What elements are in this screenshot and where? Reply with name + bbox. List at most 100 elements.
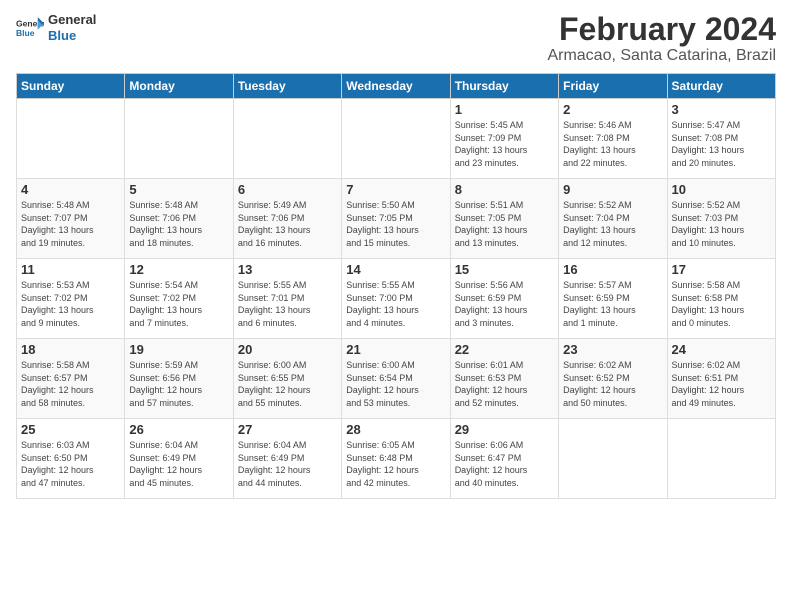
day-info: Sunrise: 6:02 AM Sunset: 6:52 PM Dayligh… [563, 359, 662, 409]
day-info: Sunrise: 5:48 AM Sunset: 7:06 PM Dayligh… [129, 199, 228, 249]
weekday-header-thursday: Thursday [450, 74, 558, 99]
day-number: 5 [129, 182, 228, 197]
logo-icon: General Blue [16, 14, 44, 42]
calendar-cell: 1 Sunrise: 5:45 AM Sunset: 7:09 PM Daylig… [450, 99, 558, 179]
day-info: Sunrise: 5:55 AM Sunset: 7:01 PM Dayligh… [238, 279, 337, 329]
day-info: Sunrise: 5:51 AM Sunset: 7:05 PM Dayligh… [455, 199, 554, 249]
calendar-cell: 10 Sunrise: 5:52 AM Sunset: 7:03 PM Dayli… [667, 179, 775, 259]
day-info: Sunrise: 5:59 AM Sunset: 6:56 PM Dayligh… [129, 359, 228, 409]
weekday-header-saturday: Saturday [667, 74, 775, 99]
day-info: Sunrise: 5:50 AM Sunset: 7:05 PM Dayligh… [346, 199, 445, 249]
calendar-cell: 17 Sunrise: 5:58 AM Sunset: 6:58 PM Dayli… [667, 259, 775, 339]
week-row-0: 1 Sunrise: 5:45 AM Sunset: 7:09 PM Daylig… [17, 99, 776, 179]
day-info: Sunrise: 5:57 AM Sunset: 6:59 PM Dayligh… [563, 279, 662, 329]
day-number: 11 [21, 262, 120, 277]
day-info: Sunrise: 5:58 AM Sunset: 6:57 PM Dayligh… [21, 359, 120, 409]
calendar-cell [342, 99, 450, 179]
day-info: Sunrise: 5:54 AM Sunset: 7:02 PM Dayligh… [129, 279, 228, 329]
header: General Blue General Blue February 2024 … [16, 12, 776, 65]
calendar-cell: 15Sunrise: 5:56 AM Sunset: 6:59 PM Dayli… [450, 259, 558, 339]
day-number: 13 [238, 262, 337, 277]
calendar-cell: 8 Sunrise: 5:51 AM Sunset: 7:05 PM Daylig… [450, 179, 558, 259]
day-info: Sunrise: 6:00 AM Sunset: 6:55 PM Dayligh… [238, 359, 337, 409]
calendar-cell [559, 419, 667, 499]
weekday-header-wednesday: Wednesday [342, 74, 450, 99]
day-number: 14 [346, 262, 445, 277]
day-info: Sunrise: 5:46 AM Sunset: 7:08 PM Dayligh… [563, 119, 662, 169]
calendar-cell: 20 Sunrise: 6:00 AM Sunset: 6:55 PM Dayli… [233, 339, 341, 419]
day-info: Sunrise: 6:03 AM Sunset: 6:50 PM Dayligh… [21, 439, 120, 489]
day-number: 24 [672, 342, 771, 357]
day-info: Sunrise: 5:48 AM Sunset: 7:07 PM Dayligh… [21, 199, 120, 249]
calendar-cell: 19Sunrise: 5:59 AM Sunset: 6:56 PM Dayli… [125, 339, 233, 419]
day-info: Sunrise: 5:53 AM Sunset: 7:02 PM Dayligh… [21, 279, 120, 329]
calendar-cell: 25 Sunrise: 6:03 AM Sunset: 6:50 PM Dayli… [17, 419, 125, 499]
month-title: February 2024 [547, 12, 776, 47]
day-info: Sunrise: 6:00 AM Sunset: 6:54 PM Dayligh… [346, 359, 445, 409]
location-title: Armacao, Santa Catarina, Brazil [547, 47, 776, 65]
day-info: Sunrise: 5:52 AM Sunset: 7:04 PM Dayligh… [563, 199, 662, 249]
calendar-cell: 18Sunrise: 5:58 AM Sunset: 6:57 PM Dayli… [17, 339, 125, 419]
day-info: Sunrise: 5:55 AM Sunset: 7:00 PM Dayligh… [346, 279, 445, 329]
day-number: 27 [238, 422, 337, 437]
weekday-header-friday: Friday [559, 74, 667, 99]
day-number: 4 [21, 182, 120, 197]
calendar-cell: 16 Sunrise: 5:57 AM Sunset: 6:59 PM Dayli… [559, 259, 667, 339]
week-row-3: 18Sunrise: 5:58 AM Sunset: 6:57 PM Dayli… [17, 339, 776, 419]
day-number: 17 [672, 262, 771, 277]
week-row-4: 25 Sunrise: 6:03 AM Sunset: 6:50 PM Dayli… [17, 419, 776, 499]
day-number: 22 [455, 342, 554, 357]
week-row-1: 4 Sunrise: 5:48 AM Sunset: 7:07 PM Daylig… [17, 179, 776, 259]
day-number: 28 [346, 422, 445, 437]
calendar-cell: 24 Sunrise: 6:02 AM Sunset: 6:51 PM Dayli… [667, 339, 775, 419]
day-number: 16 [563, 262, 662, 277]
day-number: 3 [672, 102, 771, 117]
day-info: Sunrise: 6:06 AM Sunset: 6:47 PM Dayligh… [455, 439, 554, 489]
calendar-cell: 4 Sunrise: 5:48 AM Sunset: 7:07 PM Daylig… [17, 179, 125, 259]
weekday-header-tuesday: Tuesday [233, 74, 341, 99]
calendar-cell: 2 Sunrise: 5:46 AM Sunset: 7:08 PM Daylig… [559, 99, 667, 179]
day-number: 20 [238, 342, 337, 357]
day-number: 1 [455, 102, 554, 117]
calendar-cell: 21Sunrise: 6:00 AM Sunset: 6:54 PM Dayli… [342, 339, 450, 419]
calendar-cell: 22 Sunrise: 6:01 AM Sunset: 6:53 PM Dayli… [450, 339, 558, 419]
calendar-cell: 14 Sunrise: 5:55 AM Sunset: 7:00 PM Dayli… [342, 259, 450, 339]
day-info: Sunrise: 5:52 AM Sunset: 7:03 PM Dayligh… [672, 199, 771, 249]
calendar-cell: 13 Sunrise: 5:55 AM Sunset: 7:01 PM Dayli… [233, 259, 341, 339]
logo-blue: Blue [48, 28, 96, 44]
day-info: Sunrise: 5:47 AM Sunset: 7:08 PM Dayligh… [672, 119, 771, 169]
calendar-cell [125, 99, 233, 179]
day-info: Sunrise: 6:04 AM Sunset: 6:49 PM Dayligh… [238, 439, 337, 489]
day-info: Sunrise: 6:05 AM Sunset: 6:48 PM Dayligh… [346, 439, 445, 489]
calendar-cell: 5 Sunrise: 5:48 AM Sunset: 7:06 PM Daylig… [125, 179, 233, 259]
calendar-cell: 9 Sunrise: 5:52 AM Sunset: 7:04 PM Daylig… [559, 179, 667, 259]
day-number: 8 [455, 182, 554, 197]
calendar-cell: 28 Sunrise: 6:05 AM Sunset: 6:48 PM Dayli… [342, 419, 450, 499]
logo: General Blue General Blue [16, 12, 96, 43]
day-info: Sunrise: 6:02 AM Sunset: 6:51 PM Dayligh… [672, 359, 771, 409]
day-info: Sunrise: 5:58 AM Sunset: 6:58 PM Dayligh… [672, 279, 771, 329]
day-number: 10 [672, 182, 771, 197]
calendar-cell: 12 Sunrise: 5:54 AM Sunset: 7:02 PM Dayli… [125, 259, 233, 339]
calendar-cell: 23Sunrise: 6:02 AM Sunset: 6:52 PM Dayli… [559, 339, 667, 419]
svg-text:Blue: Blue [16, 27, 35, 37]
day-info: Sunrise: 6:01 AM Sunset: 6:53 PM Dayligh… [455, 359, 554, 409]
day-number: 12 [129, 262, 228, 277]
weekday-header-row: SundayMondayTuesdayWednesdayThursdayFrid… [17, 74, 776, 99]
day-number: 2 [563, 102, 662, 117]
day-info: Sunrise: 5:45 AM Sunset: 7:09 PM Dayligh… [455, 119, 554, 169]
calendar-cell: 3 Sunrise: 5:47 AM Sunset: 7:08 PM Daylig… [667, 99, 775, 179]
day-number: 9 [563, 182, 662, 197]
day-number: 25 [21, 422, 120, 437]
calendar-cell: 11 Sunrise: 5:53 AM Sunset: 7:02 PM Dayli… [17, 259, 125, 339]
day-info: Sunrise: 6:04 AM Sunset: 6:49 PM Dayligh… [129, 439, 228, 489]
title-block: February 2024 Armacao, Santa Catarina, B… [547, 12, 776, 65]
day-number: 29 [455, 422, 554, 437]
page-container: General Blue General Blue February 2024 … [0, 0, 792, 507]
calendar-cell [17, 99, 125, 179]
day-number: 7 [346, 182, 445, 197]
calendar-cell [667, 419, 775, 499]
week-row-2: 11 Sunrise: 5:53 AM Sunset: 7:02 PM Dayli… [17, 259, 776, 339]
logo-general: General [48, 12, 96, 28]
calendar-cell: 7 Sunrise: 5:50 AM Sunset: 7:05 PM Daylig… [342, 179, 450, 259]
